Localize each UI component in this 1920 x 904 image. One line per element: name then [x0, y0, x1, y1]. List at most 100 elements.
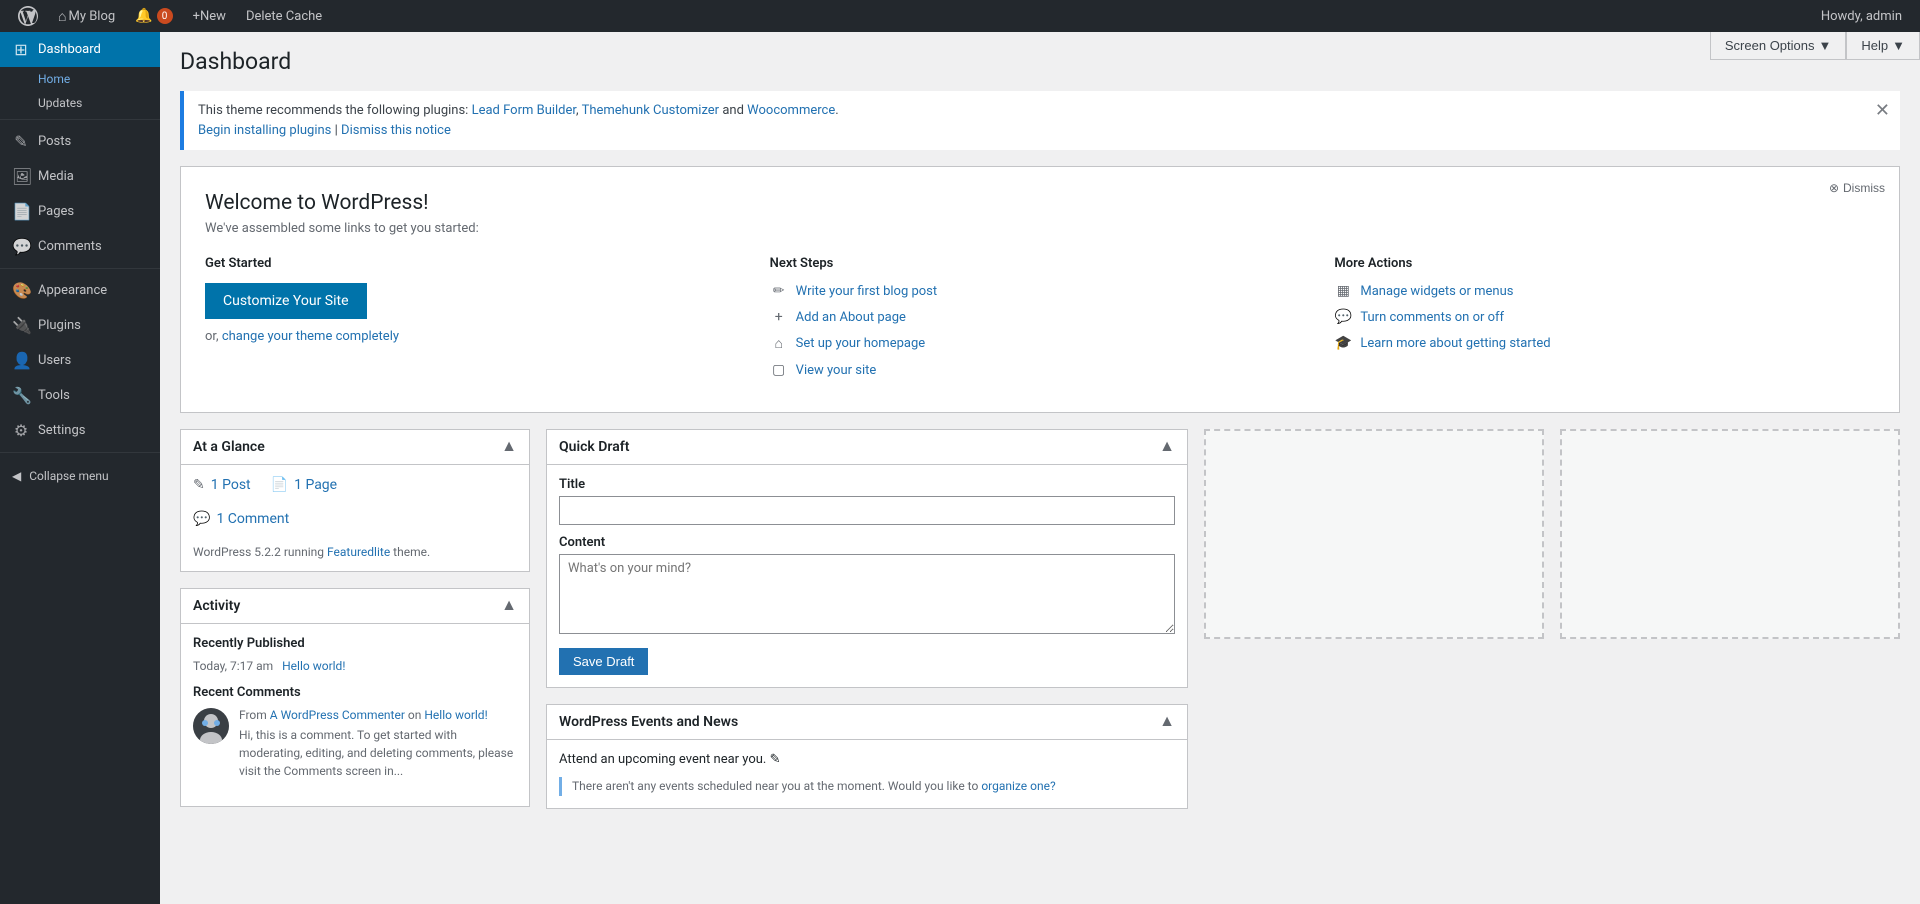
activity-widget: Activity ▲ Recently Published Today, 7:1…	[180, 588, 530, 807]
events-title: WordPress Events and News	[559, 714, 738, 730]
add-about-link[interactable]: Add an About page	[796, 310, 906, 325]
comments-icon: 💬	[12, 237, 30, 256]
collapse-menu-button[interactable]: ◀ Collapse menu	[0, 461, 160, 491]
learn-more-link[interactable]: Learn more about getting started	[1360, 336, 1550, 351]
draft-content-textarea[interactable]	[559, 554, 1175, 634]
welcome-dismiss-button[interactable]: ⊗ Dismiss	[1829, 181, 1885, 195]
commented-post-link[interactable]: Hello world!	[424, 708, 487, 722]
manage-widgets-link[interactable]: Manage widgets or menus	[1360, 284, 1513, 299]
add-page-icon: +	[770, 309, 788, 325]
at-a-glance-header[interactable]: At a Glance ▲	[181, 430, 529, 465]
pages-icon: 📄	[12, 202, 30, 221]
comment-item: From A WordPress Commenter on Hello worl…	[193, 708, 517, 784]
at-a-glance-title: At a Glance	[193, 439, 265, 455]
wp-logo-button[interactable]	[8, 0, 48, 32]
quick-draft-title: Quick Draft	[559, 439, 629, 455]
comment-count-link[interactable]: 1 Comment	[216, 511, 289, 527]
comments-toggle-link[interactable]: Turn comments on or off	[1360, 310, 1504, 325]
theme-name-link[interactable]: Featuredlite	[327, 545, 390, 559]
notice-close-button[interactable]: ✕	[1875, 101, 1890, 119]
quick-draft-header[interactable]: Quick Draft ▲	[547, 430, 1187, 465]
begin-installing-link[interactable]: Begin installing plugins	[198, 123, 331, 138]
close-circle-icon: ⊗	[1829, 181, 1839, 195]
welcome-panel: ⊗ Dismiss Welcome to WordPress! We've as…	[180, 166, 1900, 413]
widgets-icon: ▦	[1334, 283, 1352, 299]
settings-icon: ⚙	[12, 421, 30, 440]
activity-title: Activity	[193, 598, 240, 614]
events-intro-text: Attend an upcoming event near you. ✎	[559, 752, 1175, 767]
next-steps-list: ✏ Write your first blog post + Add an Ab…	[770, 283, 1311, 378]
draft-title-input[interactable]	[559, 496, 1175, 525]
quick-draft-body: Title Content Save Draft	[547, 465, 1187, 687]
comments-toggle-icon: 💬	[1334, 309, 1352, 325]
placeholder-widget-1	[1204, 429, 1544, 639]
plugin1-link[interactable]: Lead Form Builder	[472, 103, 576, 118]
howdy-label: Howdy, admin	[1811, 9, 1912, 24]
next-steps-col: Next Steps ✏ Write your first blog post …	[770, 256, 1311, 388]
organize-event-link[interactable]: organize one?	[981, 779, 1055, 793]
draft-content-label: Content	[559, 535, 1175, 550]
help-button[interactable]: Help ▼	[1846, 32, 1920, 60]
plugin-notice: This theme recommends the following plug…	[180, 91, 1900, 150]
at-glance-comment-stats: 💬 1 Comment	[193, 511, 517, 533]
activity-toggle[interactable]: ▲	[501, 597, 517, 615]
dashboard-bottom-row: At a Glance ▲ ✎ 1 Post	[180, 429, 1900, 825]
new-content-button[interactable]: + New	[183, 0, 236, 32]
activity-header[interactable]: Activity ▲	[181, 589, 529, 624]
save-draft-button[interactable]: Save Draft	[559, 648, 648, 675]
commenter-avatar	[193, 708, 229, 744]
setup-homepage-link[interactable]: Set up your homepage	[796, 336, 925, 351]
page-stat-icon: 📄	[271, 477, 288, 493]
quick-draft-toggle[interactable]: ▲	[1159, 438, 1175, 456]
at-a-glance-body: ✎ 1 Post 📄 1	[181, 465, 529, 571]
sidebar-item-updates[interactable]: Updates	[0, 91, 160, 115]
sidebar-item-settings[interactable]: ⚙ Settings	[0, 413, 160, 448]
recent-comments-section: Recent Comments	[193, 685, 517, 784]
left-section: At a Glance ▲ ✎ 1 Post	[180, 429, 530, 825]
notice-text: This theme recommends the following plug…	[198, 101, 1886, 140]
wp-version-text: WordPress 5.2.2 running Featuredlite the…	[193, 545, 517, 559]
sidebar-item-media[interactable]: 🖼 Media	[0, 159, 160, 194]
more-actions-heading: More Actions	[1334, 256, 1875, 271]
admin-bar: ⌂ My Blog 🔔 0 + New Delete Cache Howdy, …	[0, 0, 1920, 32]
sidebar-item-dashboard[interactable]: ⊞ Dashboard	[0, 32, 160, 67]
plugin2-link[interactable]: Themehunk Customizer	[582, 103, 720, 118]
dismiss-notice-link[interactable]: Dismiss this notice	[341, 123, 451, 138]
events-toggle[interactable]: ▲	[1159, 713, 1175, 731]
post-stat-icon: ✎	[193, 477, 205, 493]
at-glance-stats: ✎ 1 Post 📄 1	[193, 477, 517, 499]
change-theme-link[interactable]: change your theme completely	[222, 329, 399, 344]
site-name-button[interactable]: ⌂ My Blog	[48, 0, 125, 32]
sidebar-item-users[interactable]: 👤 Users	[0, 343, 160, 378]
plugin3-link[interactable]: Woocommerce	[747, 103, 835, 118]
screen-options-button[interactable]: Screen Options ▼	[1710, 32, 1846, 60]
sidebar-item-appearance[interactable]: 🎨 Appearance	[0, 273, 160, 308]
at-a-glance-toggle[interactable]: ▲	[501, 438, 517, 456]
post-count-link[interactable]: 1 Post	[211, 477, 251, 493]
quick-draft-form: Title Content Save Draft	[559, 477, 1175, 675]
sidebar-item-posts[interactable]: ✎ Posts	[0, 124, 160, 159]
notifications-button[interactable]: 🔔 0	[125, 0, 182, 32]
delete-cache-button[interactable]: Delete Cache	[236, 0, 332, 32]
sidebar-item-plugins[interactable]: 🔌 Plugins	[0, 308, 160, 343]
commenter-name-link[interactable]: A WordPress Commenter	[270, 708, 405, 722]
write-post-link[interactable]: Write your first blog post	[796, 284, 937, 299]
events-widget: WordPress Events and News ▲ Attend an up…	[546, 704, 1188, 809]
view-site-link[interactable]: View your site	[796, 363, 877, 378]
events-header[interactable]: WordPress Events and News ▲	[547, 705, 1187, 740]
page-stat: 📄 1 Page	[271, 477, 337, 493]
sidebar-item-comments[interactable]: 💬 Comments	[0, 229, 160, 264]
published-post-link[interactable]: Hello world!	[282, 659, 345, 673]
quick-draft-widget: Quick Draft ▲ Title Content Save Draft	[546, 429, 1188, 688]
list-item: ▢ View your site	[770, 362, 1311, 378]
sidebar-item-pages[interactable]: 📄 Pages	[0, 194, 160, 229]
customize-site-button[interactable]: Customize Your Site	[205, 283, 367, 319]
page-count-link[interactable]: 1 Page	[294, 477, 337, 493]
media-icon: 🖼	[12, 167, 30, 186]
list-item: 💬 Turn comments on or off	[1334, 309, 1875, 325]
activity-body: Recently Published Today, 7:17 am Hello …	[181, 624, 529, 806]
sidebar-item-tools[interactable]: 🔧 Tools	[0, 378, 160, 413]
edit-location-icon: ✎	[770, 752, 781, 767]
sidebar-item-home[interactable]: Home	[0, 67, 160, 91]
more-actions-list: ▦ Manage widgets or menus 💬 Turn comment…	[1334, 283, 1875, 351]
